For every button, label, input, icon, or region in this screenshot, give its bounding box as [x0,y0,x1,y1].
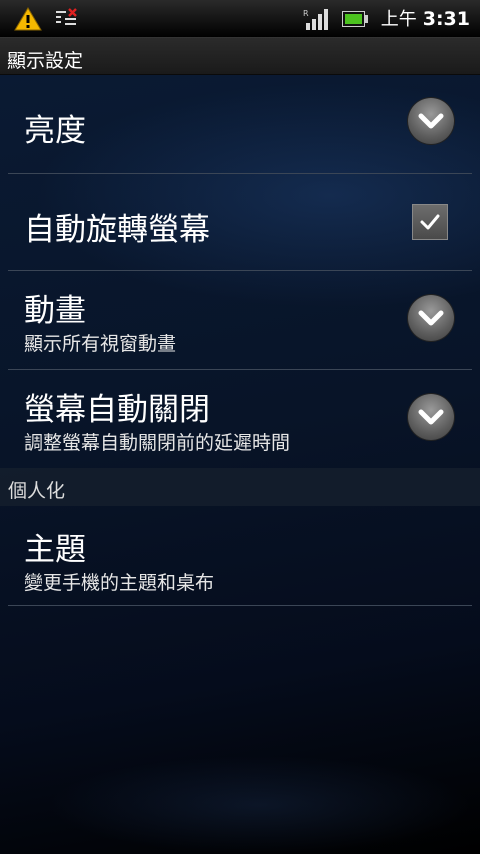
page-title: 顯示設定 [7,50,84,72]
warning-icon [14,7,42,31]
status-clock: 上午 3:31 [380,8,470,30]
chevron-down-icon[interactable] [408,98,454,144]
auto-rotate-checkbox[interactable] [412,204,448,240]
setting-summary: 顯示所有視窗動畫 [24,333,177,355]
setting-title: 動畫 [24,293,86,329]
setting-summary: 變更手機的主題和桌布 [24,572,215,594]
setting-theme[interactable]: 主題 變更手機的主題和桌布 [0,506,480,606]
checkmark-icon [420,214,440,230]
setting-screen-timeout[interactable]: 螢幕自動關閉 調整螢幕自動關閉前的延遲時間 [0,370,480,468]
svg-text:R: R [303,9,309,18]
setting-animation[interactable]: 動畫 顯示所有視窗動畫 [0,271,480,370]
title-bar: 顯示設定 [0,38,480,75]
setting-brightness[interactable]: 亮度 [0,75,480,174]
setting-title: 主題 [24,532,86,568]
setting-auto-rotate[interactable]: 自動旋轉螢幕 [0,174,480,271]
section-header-personalization: 個人化 [0,468,480,506]
chevron-down-icon[interactable] [408,295,454,341]
setting-title: 亮度 [24,113,86,149]
setting-summary: 調整螢幕自動關閉前的延遲時間 [24,432,291,454]
divider [8,605,472,606]
section-title: 個人化 [8,480,66,502]
setting-title: 螢幕自動關閉 [24,392,210,428]
settings-list: 亮度 自動旋轉螢幕 動畫 顯示所有視窗動畫 螢幕自動關閉 調整螢幕自動關閉前的延… [0,75,480,854]
battery-icon [342,11,368,27]
setting-title: 自動旋轉螢幕 [24,212,210,248]
notification-x-icon [56,8,77,25]
signal-icon: R [303,9,328,30]
status-bar: R 上午 3:31 [0,0,480,38]
chevron-down-icon[interactable] [408,394,454,440]
